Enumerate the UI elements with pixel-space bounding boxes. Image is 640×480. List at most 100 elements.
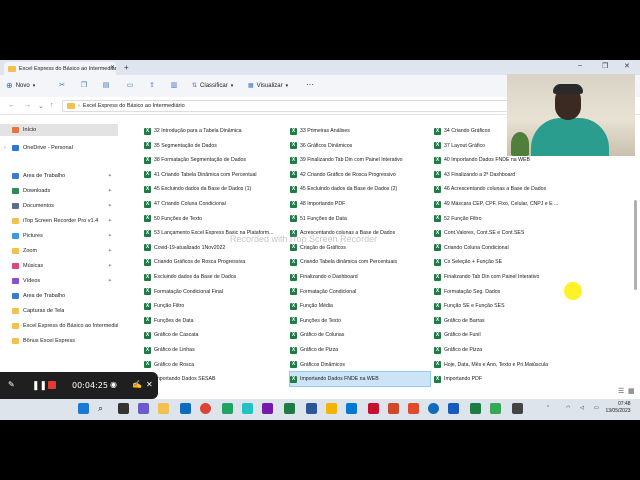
forward-icon[interactable]: →: [24, 102, 31, 109]
chrome-icon[interactable]: [200, 403, 211, 414]
file-explorer-icon[interactable]: [158, 403, 169, 414]
sidebar-item[interactable]: Zoom✦: [0, 245, 118, 257]
file-item[interactable]: XCriando Tabela dinâmica com Percentuais: [290, 255, 430, 269]
file-item[interactable]: X41 Criando Tabela Dinâmica com Percentu…: [144, 168, 284, 182]
file-item[interactable]: XGráfico de Linhas: [144, 343, 284, 357]
widgets-icon[interactable]: [138, 403, 149, 414]
file-item[interactable]: XGráfico de Barras: [434, 314, 574, 328]
delete-icon[interactable]: ▥: [170, 82, 178, 90]
word-icon[interactable]: [306, 403, 317, 414]
sidebar-item[interactable]: iTop Screen Recorder Pro v1.4✦: [0, 215, 118, 227]
sidebar-item[interactable]: Músicas✦: [0, 260, 118, 272]
file-item[interactable]: X48 Importando PDF: [290, 197, 430, 211]
file-item[interactable]: XCriando Coluna Condicional: [434, 241, 574, 255]
paste-icon[interactable]: ▤: [102, 82, 110, 90]
file-item[interactable]: XImportando Dados FNDE na WEB: [290, 372, 430, 386]
file-item[interactable]: X39 Finalizando Tab Din com Painel Inter…: [290, 153, 430, 167]
file-item[interactable]: XHoje, Data, Mês e Ano, Texto e Pri.Maiú…: [434, 358, 574, 372]
sidebar-item[interactable]: Documentos✦: [0, 200, 118, 212]
edit-icon[interactable]: ✍: [132, 380, 142, 389]
sidebar-item[interactable]: Início: [0, 124, 118, 136]
sidebar-item[interactable]: Área de Trabalho✦: [0, 170, 118, 182]
volume-icon[interactable]: ◁: [580, 405, 584, 411]
close-window-icon[interactable]: ✕: [624, 62, 630, 70]
minimize-icon[interactable]: –: [578, 62, 582, 69]
file-item[interactable]: XFinalizando o Dashboard: [290, 270, 430, 284]
sidebar-item[interactable]: Excel Express do Básico ao Intermediário: [0, 320, 118, 332]
system-clock[interactable]: 07:48 13/05/2023: [618, 401, 631, 415]
new-button[interactable]: ⊕ Novo ▾: [6, 81, 35, 90]
file-item[interactable]: X49 Máscara CEP, CPF, Fixo, Celular, CNP…: [434, 197, 574, 211]
file-item[interactable]: XCont.Valores, Cont.SE e Cont.SES: [434, 226, 574, 240]
file-item[interactable]: X46 Acrescentando colunas a Base de Dado…: [434, 182, 574, 196]
chevron-up-icon[interactable]: ⌃: [546, 405, 550, 411]
rename-icon[interactable]: ▭: [126, 82, 134, 90]
sidebar-item[interactable]: Downloads✦: [0, 185, 118, 197]
view-button[interactable]: ▦ Visualizar ▾: [248, 82, 288, 89]
outlook-icon[interactable]: [346, 403, 357, 414]
pause-icon[interactable]: ❚❚: [32, 380, 47, 391]
file-item[interactable]: XFormatação Seg. Dados: [434, 285, 574, 299]
expand-chevron-icon[interactable]: ›: [4, 145, 6, 151]
file-item[interactable]: X32 Introdução para a Tabela Dinâmica: [144, 124, 284, 138]
file-item[interactable]: XGráficos Dinâmicos: [290, 358, 430, 372]
cut-icon[interactable]: ✂: [58, 82, 66, 90]
address-bar[interactable]: › Excel Express do Básico ao Intermediár…: [62, 100, 510, 112]
recent-chevron-icon[interactable]: ⌄: [38, 102, 44, 110]
file-item[interactable]: X47 Criando Coluna Condicional: [144, 197, 284, 211]
details-view-icon[interactable]: ☰: [618, 387, 624, 395]
vertical-scrollbar[interactable]: [634, 200, 637, 290]
file-item[interactable]: XGráfico de Pizza: [290, 343, 430, 357]
file-item[interactable]: XFormatação Condicional: [290, 285, 430, 299]
file-item[interactable]: X43 Finalizando a 2ª Dashboard: [434, 168, 574, 182]
sidebar-item[interactable]: ›OneDrive - Personal: [0, 142, 118, 154]
sidebar-item[interactable]: Vídeos✦: [0, 275, 118, 287]
file-item[interactable]: XFunções de Data: [144, 314, 284, 328]
powerpoint-icon[interactable]: [388, 403, 399, 414]
onenote-icon[interactable]: [262, 403, 273, 414]
file-item[interactable]: X38 Formatação Segmentação de Dados: [144, 153, 284, 167]
file-item[interactable]: X50 Funções de Texto: [144, 212, 284, 226]
stop-icon[interactable]: [48, 381, 56, 389]
file-item[interactable]: XGráfico de Colunas: [290, 328, 430, 342]
file-item[interactable]: X52 Função Filtro: [434, 212, 574, 226]
file-item[interactable]: XFunção Média: [290, 299, 430, 313]
camera-icon[interactable]: ◉: [110, 380, 117, 389]
file-item[interactable]: X35 Segmentação de Dados: [144, 139, 284, 153]
excel-active-icon[interactable]: [470, 403, 481, 414]
file-item[interactable]: XGráfico de Pizza: [434, 343, 574, 357]
file-item[interactable]: X36 Gráficos Dinâmicos: [290, 139, 430, 153]
task-view-icon[interactable]: [118, 403, 129, 414]
search-icon[interactable]: ⌕: [98, 403, 109, 414]
sidebar-item[interactable]: Bônus Excel Express: [0, 335, 118, 347]
up-icon[interactable]: ↑: [50, 102, 54, 109]
app-icon-word2[interactable]: [448, 403, 459, 414]
sort-button[interactable]: ⇅ Classificar ▾: [192, 82, 233, 89]
app-icon-green[interactable]: [222, 403, 233, 414]
file-item[interactable]: XGráfico de Cascata: [144, 328, 284, 342]
file-item[interactable]: XFormatação Condicional Final: [144, 285, 284, 299]
sidebar-item[interactable]: Pictures✦: [0, 230, 118, 242]
excel-icon[interactable]: [284, 403, 295, 414]
file-item[interactable]: X33 Primeiras Análises: [290, 124, 430, 138]
recorder-app-icon[interactable]: [490, 403, 501, 414]
share-icon[interactable]: ⇪: [148, 82, 156, 90]
file-item[interactable]: XExcluindo dados da Base de Dados: [144, 270, 284, 284]
file-item[interactable]: X42 Criando Gráfico de Rosca Progressivo: [290, 168, 430, 182]
file-item[interactable]: XFunções de Texto: [290, 314, 430, 328]
file-item[interactable]: X51 Funções de Data: [290, 212, 430, 226]
wifi-icon[interactable]: ◠: [566, 405, 570, 411]
file-item[interactable]: XFunção Filtro: [144, 299, 284, 313]
file-item[interactable]: XCriando Gráficos de Rosca Progressiva: [144, 255, 284, 269]
pen-icon[interactable]: ✎: [8, 380, 15, 389]
file-item[interactable]: XFinalizando Tab Din com Painel Interati…: [434, 270, 574, 284]
app-icon-yellow[interactable]: [326, 403, 337, 414]
tiles-view-icon[interactable]: ▦: [628, 387, 635, 395]
close-recorder-icon[interactable]: ✕: [146, 380, 153, 389]
sidebar-item[interactable]: Capturas de Tela: [0, 305, 118, 317]
file-item[interactable]: X45 Excluindo dados da Base de Dados (2): [290, 182, 430, 196]
new-tab-icon[interactable]: +: [124, 63, 129, 72]
start-icon[interactable]: [78, 403, 89, 414]
app-icon-dark[interactable]: [512, 403, 523, 414]
file-item[interactable]: XFunção SE e Função SES: [434, 299, 574, 313]
